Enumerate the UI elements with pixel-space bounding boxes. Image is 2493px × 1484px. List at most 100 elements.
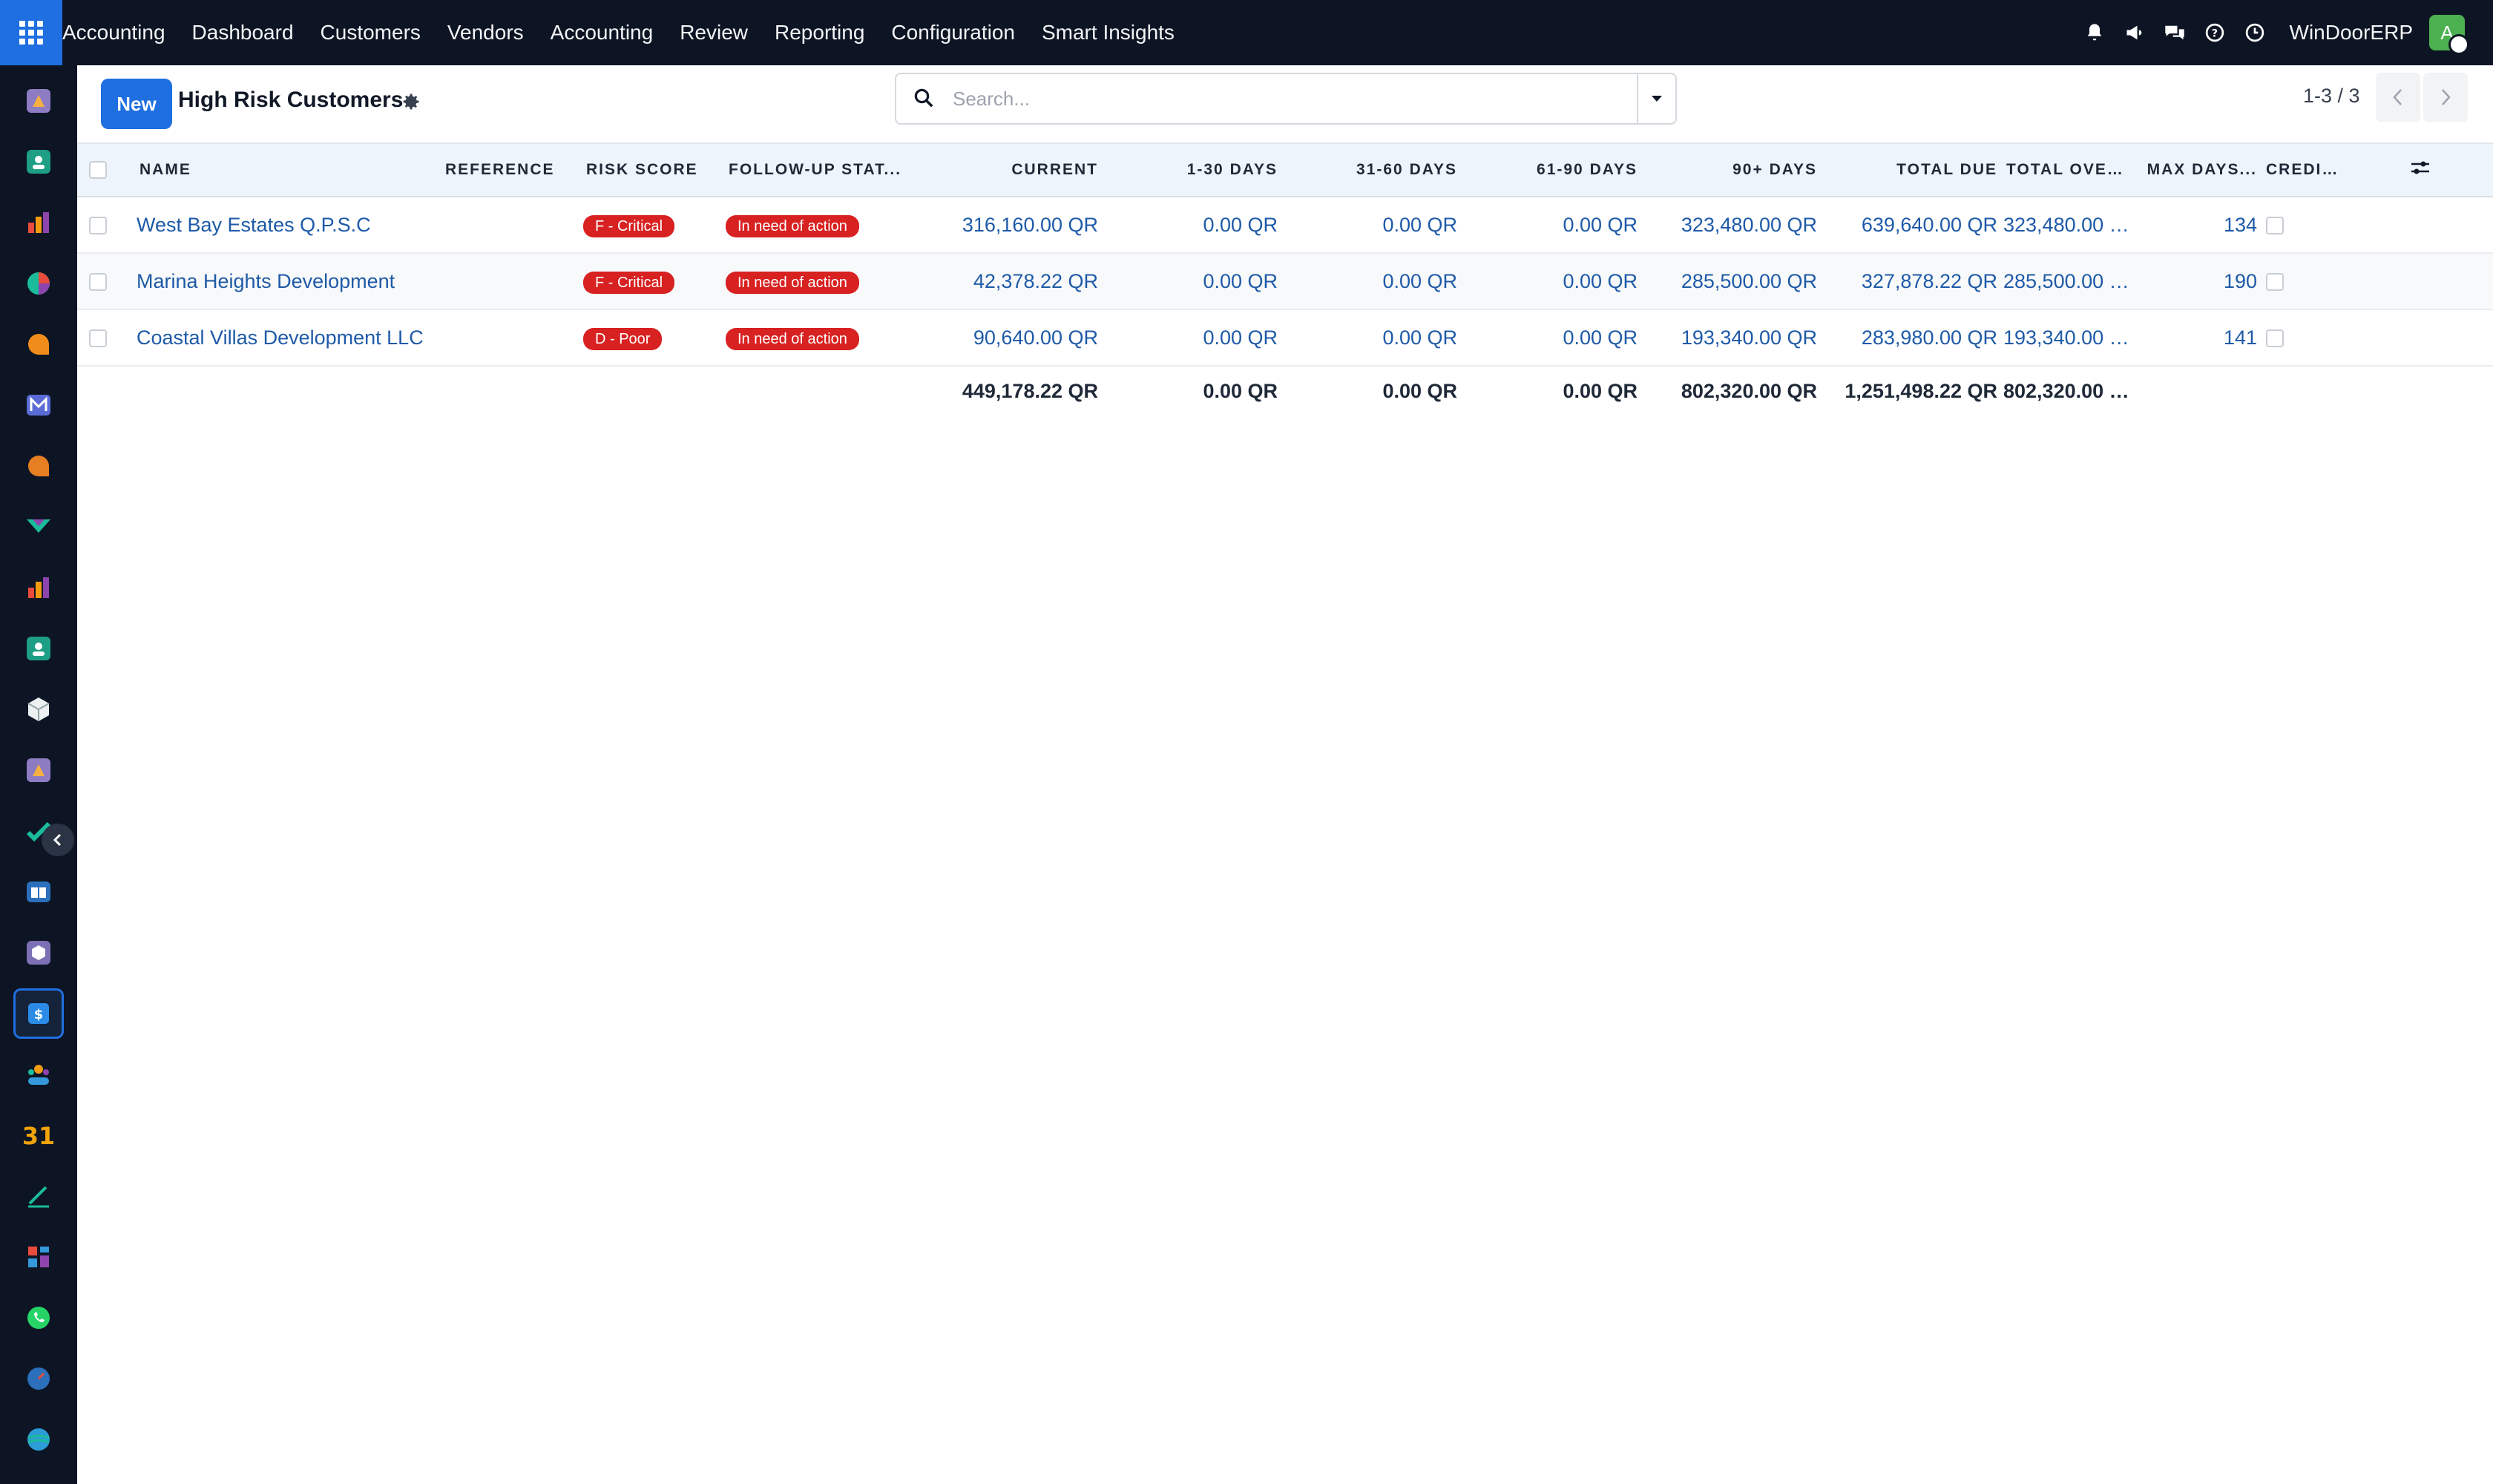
col-90-plus-days[interactable]: 90+ Days [1643, 143, 1823, 197]
days-61-90-cell[interactable]: 0.00 QR [1463, 309, 1643, 366]
reporting-app-icon[interactable] [13, 562, 64, 613]
mail-app-icon[interactable] [13, 380, 64, 430]
customer-name-link[interactable]: Marina Heights Development [137, 270, 395, 292]
total-61-90-days: 0.00 QR [1563, 380, 1638, 402]
menu-smart-insights[interactable]: Smart Insights [1042, 21, 1175, 45]
days-1-30-cell[interactable]: 0.00 QR [1104, 309, 1284, 366]
employees-app-icon[interactable] [13, 623, 64, 674]
column-settings-button[interactable] [2345, 143, 2493, 197]
menu-review[interactable]: Review [680, 21, 748, 45]
invoicing-app-icon[interactable]: $ [13, 988, 64, 1039]
menu-vendors[interactable]: Vendors [447, 21, 524, 45]
search-input[interactable] [951, 83, 1622, 114]
days-1-30-cell[interactable]: 0.00 QR [1104, 253, 1284, 309]
sales-app-icon[interactable] [13, 502, 64, 552]
calendar-app-icon[interactable]: 31 [13, 1110, 64, 1160]
current-cell[interactable]: 316,160.00 QR [924, 197, 1104, 253]
chat-icon[interactable] [2164, 22, 2186, 44]
help-icon[interactable]: ? [2204, 22, 2226, 44]
max-days-cell[interactable]: 134 [2137, 197, 2263, 253]
total-total-overdue: 802,320.00 QR [2003, 380, 2137, 402]
col-risk-score[interactable]: Risk Score [583, 143, 726, 197]
days-90-plus-cell[interactable]: 193,340.00 QR [1643, 309, 1823, 366]
whatsapp-app-icon[interactable] [13, 1293, 64, 1343]
total-due-cell[interactable]: 327,878.22 QR [1823, 253, 2003, 309]
company-name[interactable]: WinDoorERP [2290, 21, 2413, 45]
gear-icon[interactable] [401, 91, 421, 112]
col-name[interactable]: Name [137, 143, 442, 197]
megaphone-icon[interactable] [2124, 22, 2146, 44]
col-current[interactable]: Current [924, 143, 1104, 197]
col-61-90-days[interactable]: 61-90 Days [1463, 143, 1643, 197]
row-checkbox[interactable] [89, 217, 107, 235]
search-options-toggle[interactable] [1637, 74, 1675, 123]
packages-app-icon[interactable] [13, 928, 64, 978]
total-due-cell[interactable]: 639,640.00 QR [1823, 197, 2003, 253]
days-31-60-cell[interactable]: 0.00 QR [1284, 309, 1463, 366]
team-app-icon[interactable] [13, 1049, 64, 1100]
reference-cell [442, 309, 583, 366]
menu-reporting[interactable]: Reporting [775, 21, 864, 45]
contacts-app-icon[interactable] [13, 137, 64, 187]
dashboards-app-icon[interactable] [13, 197, 64, 248]
col-31-60-days[interactable]: 31-60 Days [1284, 143, 1463, 197]
days-61-90-cell[interactable]: 0.00 QR [1463, 197, 1643, 253]
col-total-overdue[interactable]: Total Overdu [2003, 143, 2137, 197]
menu-customers[interactable]: Customers [321, 21, 421, 45]
inventory-app-icon[interactable] [13, 684, 64, 735]
timer-app-icon[interactable] [13, 1353, 64, 1404]
total-overdue-cell[interactable]: 323,480.00 QR [2003, 197, 2137, 253]
customer-name-link[interactable]: Coastal Villas Development LLC [137, 326, 424, 349]
documents-app-icon[interactable] [13, 745, 64, 795]
days-1-30-cell[interactable]: 0.00 QR [1104, 197, 1284, 253]
pager-value[interactable]: 1-3 / 3 [2303, 85, 2360, 108]
live-chat-app-icon[interactable] [13, 441, 64, 491]
table-row[interactable]: Marina Heights Development F - Critical … [77, 253, 2493, 309]
current-cell[interactable]: 90,640.00 QR [924, 309, 1104, 366]
customer-name-link[interactable]: West Bay Estates Q.P.S.C [137, 214, 371, 236]
menu-accounting[interactable]: Accounting [551, 21, 654, 45]
total-overdue-cell[interactable]: 193,340.00 QR [2003, 309, 2137, 366]
menu-dashboard[interactable]: Dashboard [192, 21, 294, 45]
app-menu-button[interactable] [0, 0, 62, 65]
select-all-checkbox[interactable] [89, 161, 107, 180]
days-61-90-cell[interactable]: 0.00 QR [1463, 253, 1643, 309]
pager-previous-button[interactable] [2376, 73, 2420, 122]
days-31-60-cell[interactable]: 0.00 QR [1284, 197, 1463, 253]
new-button[interactable]: New [101, 79, 172, 129]
col-followup-status[interactable]: Follow-up Stat... [726, 143, 924, 197]
total-overdue-cell[interactable]: 285,500.00 QR [2003, 253, 2137, 309]
chat-bubble-app-icon[interactable] [13, 319, 64, 370]
current-cell[interactable]: 42,378.22 QR [924, 253, 1104, 309]
avatar[interactable]: A [2429, 15, 2469, 55]
max-days-cell[interactable]: 190 [2137, 253, 2263, 309]
discuss-app-icon[interactable] [13, 76, 64, 126]
menu-configuration[interactable]: Configuration [891, 21, 1015, 45]
col-total-due[interactable]: Total Due [1823, 143, 2003, 197]
max-days-cell[interactable]: 141 [2137, 309, 2263, 366]
table-row[interactable]: West Bay Estates Q.P.S.C F - Critical In… [77, 197, 2493, 253]
sidebar-collapse-button[interactable] [42, 824, 74, 856]
days-90-plus-cell[interactable]: 323,480.00 QR [1643, 197, 1823, 253]
knowledge-app-icon[interactable] [13, 867, 64, 917]
col-credit-hold[interactable]: Credit H... [2263, 143, 2345, 197]
clock-icon[interactable] [2244, 22, 2266, 44]
pie-chart-app-icon[interactable] [13, 258, 64, 309]
col-max-days[interactable]: Max Days... [2137, 143, 2263, 197]
app-sidebar: $ 31 [0, 65, 77, 1484]
col-1-30-days[interactable]: 1-30 Days [1104, 143, 1284, 197]
total-due-cell[interactable]: 283,980.00 QR [1823, 309, 2003, 366]
table-row[interactable]: Coastal Villas Development LLC D - Poor … [77, 309, 2493, 366]
days-90-plus-cell[interactable]: 285,500.00 QR [1643, 253, 1823, 309]
discover-app-icon[interactable] [13, 1414, 64, 1465]
dashboard-grid-app-icon[interactable] [13, 1232, 64, 1282]
bell-icon[interactable] [2083, 22, 2106, 44]
days-31-60-cell[interactable]: 0.00 QR [1284, 253, 1463, 309]
col-reference[interactable]: Reference [442, 143, 583, 197]
row-checkbox[interactable] [89, 329, 107, 348]
followup-status-badge: In need of action [726, 214, 859, 237]
sign-app-icon[interactable] [13, 1171, 64, 1221]
row-checkbox[interactable] [89, 273, 107, 292]
pager-next-button[interactable] [2423, 73, 2468, 122]
app-brand[interactable]: Accounting [62, 21, 165, 45]
